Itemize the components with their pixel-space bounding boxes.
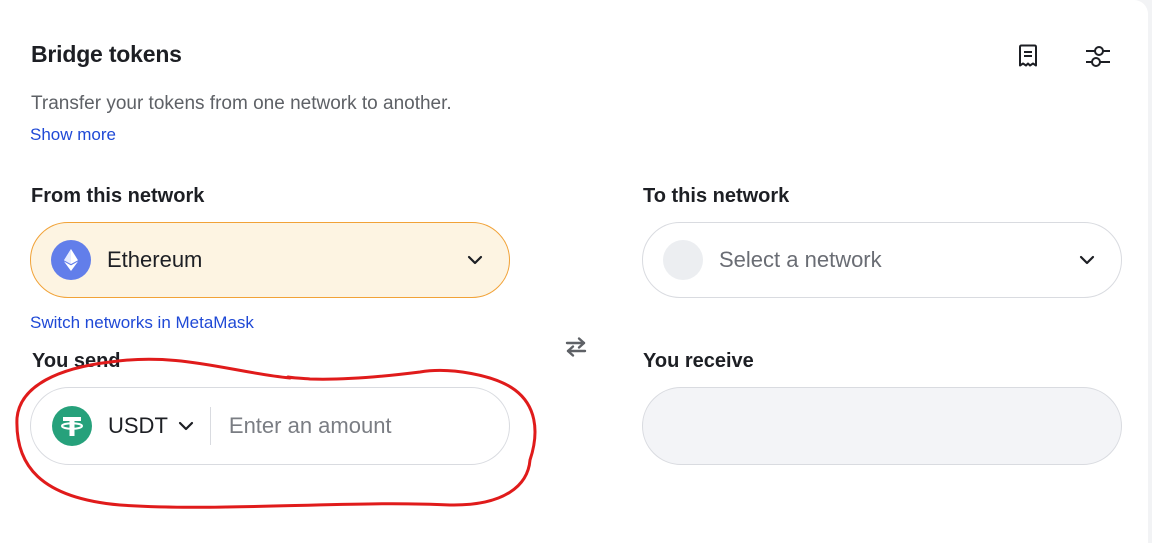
chevron-down-icon xyxy=(467,255,483,265)
from-network-label: From this network xyxy=(31,185,205,207)
to-network-select[interactable]: Select a network xyxy=(642,222,1122,298)
token-select[interactable]: USDT xyxy=(31,388,194,464)
divider xyxy=(209,407,211,445)
swap-arrows-icon[interactable] xyxy=(562,333,590,361)
network-placeholder-icon xyxy=(663,240,703,280)
chevron-down-icon xyxy=(178,421,194,431)
tether-icon xyxy=(52,406,92,446)
to-network-label: To this network xyxy=(643,185,790,207)
bridge-card: Bridge tokens Transfer your tokens from … xyxy=(0,0,1148,543)
from-network-value: Ethereum xyxy=(107,247,203,272)
ethereum-icon xyxy=(51,240,91,280)
you-send-label: You send xyxy=(32,350,121,372)
amount-input[interactable] xyxy=(226,412,491,440)
switch-networks-link[interactable]: Switch networks in MetaMask xyxy=(30,313,254,333)
to-network-placeholder: Select a network xyxy=(719,247,882,272)
token-name: USDT xyxy=(108,413,168,438)
from-network-select[interactable]: Ethereum xyxy=(30,222,510,298)
chevron-down-icon xyxy=(1079,255,1095,265)
you-receive-label: You receive xyxy=(643,350,754,372)
page-subtitle: Transfer your tokens from one network to… xyxy=(31,93,452,114)
show-more-link[interactable]: Show more xyxy=(30,125,116,145)
page-title: Bridge tokens xyxy=(31,41,182,67)
settings-sliders-icon[interactable] xyxy=(1082,40,1114,72)
receipt-icon[interactable] xyxy=(1012,40,1044,72)
send-amount-box: USDT xyxy=(30,387,510,465)
receive-amount-box xyxy=(642,387,1122,465)
